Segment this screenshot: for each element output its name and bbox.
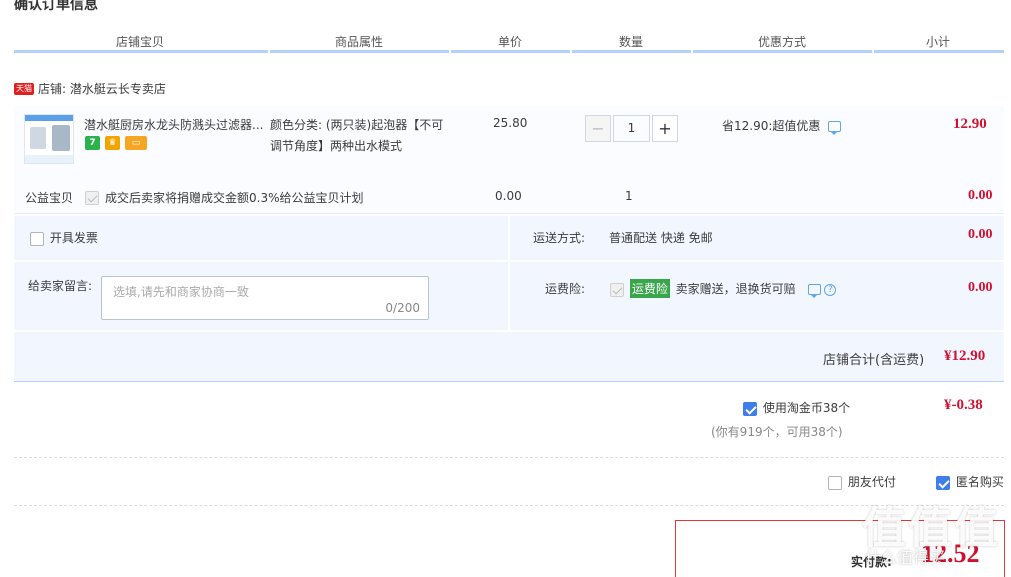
site-watermark-subtitle: 什么值得买	[865, 548, 946, 567]
header-divider	[14, 50, 268, 53]
charity-subtotal: 0.00	[968, 188, 993, 203]
product-attribute-line1: 颜色分类: (两只装)起泡器【不可	[270, 118, 444, 132]
insurance-tag: 运费险	[629, 279, 670, 298]
charity-label: 公益宝贝	[25, 191, 74, 205]
unit-price: 25.80	[493, 116, 528, 130]
seven-day-return-icon[interactable]: 7	[85, 136, 100, 150]
column-header-price: 单价	[498, 35, 523, 49]
quantity-decrease-button[interactable]: −	[585, 115, 611, 142]
shipping-amount: 0.00	[968, 227, 993, 242]
panel-divider	[508, 216, 510, 330]
insurance-option: 运费险 卖家赠送，退换货可赔 ?	[610, 279, 837, 298]
shipping-label: 运送方式:	[533, 231, 586, 245]
charity-quantity: 1	[625, 189, 633, 203]
quantity-input[interactable]: 1	[613, 115, 650, 142]
friend-pay-label: 朋友代付	[847, 475, 896, 489]
panel-divider	[14, 260, 1004, 262]
column-header-quantity: 数量	[619, 35, 644, 49]
item-subtotal: 12.90	[953, 116, 987, 132]
divider	[14, 457, 1004, 458]
page-title: 确认订单信息	[14, 0, 98, 13]
friend-pay-checkbox[interactable]	[828, 475, 842, 490]
divider	[14, 505, 1004, 506]
header-divider	[451, 50, 570, 53]
charity-checkbox-wrap	[85, 190, 99, 205]
memo-placeholder: 选填,请先和商家协商一致	[113, 285, 249, 299]
memo-label: 给卖家留言:	[28, 279, 93, 293]
quantity-increase-button[interactable]: +	[652, 115, 678, 142]
seller-memo-textarea[interactable]: 选填,请先和商家协商一致 0/200	[101, 276, 429, 320]
discount-info: 省12.90:超值优惠	[722, 117, 842, 135]
anonymous-label: 匿名购买	[955, 475, 1004, 489]
column-header-discount: 优惠方式	[758, 35, 807, 49]
charity-checkbox[interactable]	[85, 190, 99, 205]
invoice-option[interactable]: 开具发票	[30, 229, 98, 246]
shop-row: 天猫 店铺: 潜水艇云长专卖店	[14, 80, 166, 97]
card-payment-icon[interactable]: ▭	[125, 136, 147, 150]
coins-note: (你有919个，可用38个)	[711, 425, 843, 439]
coins-amount: ¥-0.38	[944, 397, 983, 413]
insurance-help-icon[interactable]: ?	[824, 283, 837, 296]
coins-option[interactable]: 使用淘金币38个	[743, 399, 850, 416]
invoice-checkbox[interactable]	[30, 231, 44, 246]
product-name-link[interactable]: 潜水艇厨房水龙头防溅头过滤器...	[84, 116, 263, 133]
insurance-text: 卖家赠送，退换货可赔	[675, 282, 796, 296]
shipping-method: 普通配送 快递 免邮	[609, 231, 713, 245]
invoice-label: 开具发票	[49, 231, 98, 245]
shop-total-label: 店铺合计(含运费)	[823, 353, 925, 368]
shop-total-amount: ¥12.90	[944, 348, 986, 364]
insurance-chat-icon[interactable]	[807, 284, 821, 298]
charity-text: 成交后卖家将捐赠成交金额0.3%给公益宝贝计划	[105, 191, 364, 205]
anonymous-option[interactable]: 匿名购买	[936, 473, 1004, 490]
quality-badge-icon[interactable]: ♛	[105, 136, 120, 150]
product-attribute-line2: 调节角度】两种出水模式	[270, 139, 403, 153]
memo-char-counter: 0/200	[385, 301, 420, 315]
column-header-shop-item: 店铺宝贝	[116, 35, 165, 49]
insurance-label: 运费险:	[545, 282, 586, 296]
friend-pay-option[interactable]: 朋友代付	[828, 473, 896, 490]
column-header-attributes: 商品属性	[335, 35, 384, 49]
insurance-checkbox[interactable]	[610, 282, 624, 297]
insurance-amount: 0.00	[968, 280, 993, 295]
tmall-badge: 天猫	[14, 82, 34, 95]
panel-bottom-border	[14, 381, 1004, 382]
coins-label: 使用淘金币38个	[762, 401, 851, 415]
product-thumbnail[interactable]	[24, 114, 74, 164]
coins-checkbox[interactable]	[743, 401, 757, 416]
anonymous-checkbox[interactable]	[936, 475, 950, 490]
header-divider	[874, 50, 1004, 53]
header-divider	[270, 50, 449, 53]
header-divider	[693, 50, 872, 53]
panel-divider	[14, 330, 1004, 332]
discount-info-icon[interactable]	[828, 121, 842, 135]
header-divider	[572, 50, 691, 53]
shop-name-link[interactable]: 店铺: 潜水艇云长专卖店	[38, 80, 166, 97]
discount-text: 省12.90:超值优惠	[722, 119, 821, 133]
column-header-subtotal: 小计	[926, 35, 951, 49]
charity-price: 0.00	[495, 189, 522, 203]
